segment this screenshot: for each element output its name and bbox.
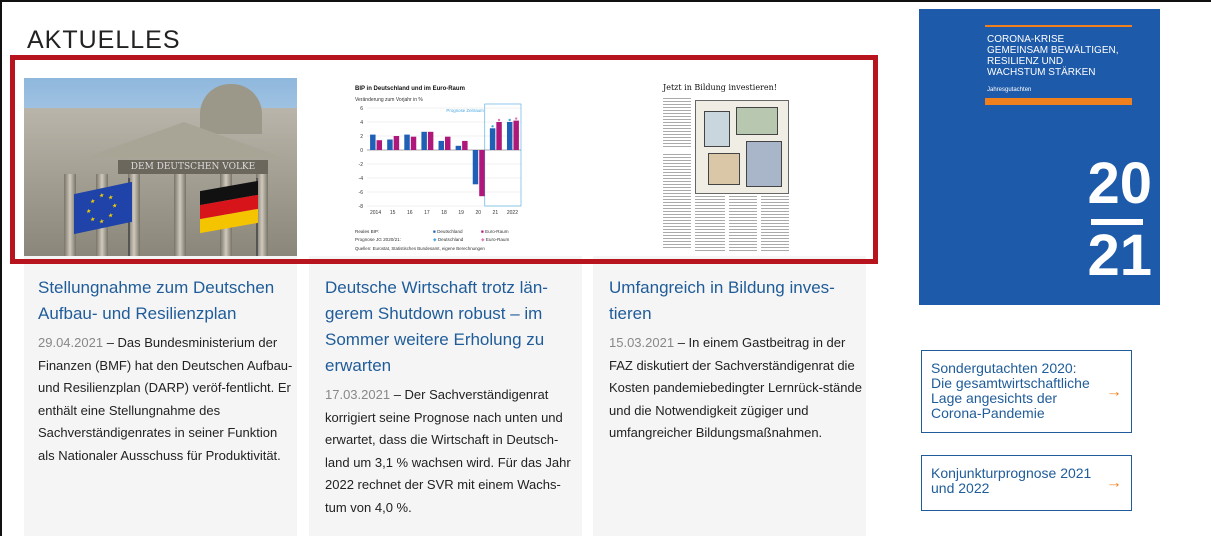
chart-source: Quellen: Eurostat, Statistisches Bundesa… — [355, 246, 485, 251]
bar-deutschland — [472, 150, 479, 185]
news-card[interactable]: Jetzt in Bildung investieren! Umfangreic… — [593, 78, 866, 536]
article-date: 15.03.2021 — [609, 335, 675, 350]
forecast-marker — [497, 118, 501, 122]
bar-euro-raum — [410, 136, 417, 150]
bar-euro-raum — [445, 136, 451, 150]
y-tick-label: 6 — [360, 106, 363, 112]
newspaper-illustration — [695, 100, 789, 194]
y-tick-label: -4 — [359, 176, 364, 182]
bar-euro-raum — [496, 122, 502, 150]
article-date: 17.03.2021 — [325, 387, 391, 402]
special-report-link[interactable]: Sondergutachten 2020: Die gesamtwirtscha… — [921, 350, 1132, 433]
article-title[interactable]: Umfangreich in Bildung inves-tieren — [609, 275, 861, 327]
news-card[interactable]: BIP in Deutschland und im Euro-Raum Verä… — [309, 78, 582, 536]
article-text: – Der Sachverständigenrat korrigiert sei… — [325, 387, 571, 515]
y-tick-label: -2 — [359, 162, 364, 168]
x-tick-label: 18 — [441, 210, 447, 216]
newspaper-headline: Jetzt in Bildung investieren! — [663, 83, 777, 92]
report-subtitle: Jahresgutachten — [987, 87, 1032, 93]
forecast-marker — [508, 118, 511, 122]
article-title[interactable]: Stellungnahme zum Deutschen Aufbau- und … — [38, 275, 290, 327]
article-text: – Das Bundesministerium der Finanzen (BM… — [38, 335, 293, 463]
frame-border-top — [0, 0, 1211, 2]
bar-deutschland — [387, 139, 393, 150]
bar-deutschland — [506, 122, 513, 150]
article-date: 29.04.2021 — [38, 335, 104, 350]
bar-deutschland — [489, 128, 496, 150]
y-tick-label: -8 — [359, 204, 364, 210]
bar-deutschland — [421, 131, 427, 150]
article-title[interactable]: Deutsche Wirtschaft trotz län-gerem Shut… — [325, 275, 577, 379]
article-teaser: 29.04.2021 – Das Bundesministerium der F… — [38, 332, 293, 467]
bar-euro-raum — [462, 140, 468, 150]
arrow-right-icon: → — [1106, 474, 1122, 492]
report-year-top: 20 — [1087, 151, 1152, 216]
forecast-link[interactable]: Konjunkturprognose 2021 und 2022 → — [921, 455, 1132, 511]
bar-euro-raum — [393, 136, 400, 150]
reichstag-photo[interactable]: DEM DEUTSCHEN VOLKE ★ ★ ★ ★ ★ ★ ★ ★ — [24, 78, 297, 256]
x-tick-label: 2014 — [370, 210, 381, 216]
x-tick-label: 2022 — [507, 210, 518, 216]
bar-euro-raum — [427, 131, 434, 150]
x-tick-label: 20 — [475, 210, 481, 216]
news-card[interactable]: DEM DEUTSCHEN VOLKE ★ ★ ★ ★ ★ ★ ★ ★ Stellung… — [24, 78, 297, 536]
bar-euro-raum — [479, 150, 485, 197]
annual-report-cover[interactable]: CORONA-KRISE GEMEINSAM BEWÄLTIGEN, RESIL… — [919, 9, 1160, 305]
newspaper-clipping[interactable]: Jetzt in Bildung investieren! — [593, 78, 866, 256]
x-tick-label: 15 — [390, 210, 396, 216]
x-tick-label: 19 — [458, 210, 464, 216]
forecast-marker — [514, 117, 518, 120]
x-tick-label: 17 — [424, 210, 430, 216]
y-tick-label: -6 — [359, 190, 364, 196]
x-tick-label: 16 — [407, 210, 413, 216]
article-teaser: 15.03.2021 – In einem Gastbeitrag in der… — [609, 332, 864, 445]
chart-legend-row-1: Reales BIP: ■ Deutschland ■ Euro-Raum — [355, 229, 509, 234]
bar-euro-raum — [513, 120, 519, 150]
bar-deutschland — [370, 134, 376, 150]
bar-deutschland — [404, 134, 410, 150]
gdp-chart-thumbnail[interactable]: BIP in Deutschland und im Euro-Raum Verä… — [309, 78, 582, 256]
bar-deutschland — [438, 140, 444, 150]
report-year-bottom: 21 — [1087, 223, 1152, 288]
y-tick-label: 2 — [360, 134, 363, 140]
bar-deutschland — [455, 145, 462, 150]
article-teaser: 17.03.2021 – Der Sachverständigenrat kor… — [325, 384, 580, 519]
forecast-label: Konjunkturprognose 2021 und 2022 — [931, 465, 1092, 496]
forecast-label: Prognose Zeitraum — [446, 108, 484, 113]
special-report-label: Sondergutachten 2020: Die gesamtwirtscha… — [931, 360, 1090, 421]
forecast-marker — [491, 125, 494, 128]
y-tick-label: 0 — [360, 148, 363, 154]
arrow-right-icon: → — [1106, 383, 1122, 400]
frame-border-left — [0, 0, 2, 536]
x-tick-label: 21 — [493, 210, 499, 216]
y-tick-label: 4 — [360, 120, 363, 126]
chart-legend-row-2: Prognose JG 2020/21: ◆ Deutschland ◆ Eur… — [355, 237, 510, 242]
section-title: AKTUELLES — [27, 26, 181, 54]
report-title: CORONA-KRISE GEMEINSAM BEWÄLTIGEN, RESIL… — [987, 34, 1119, 78]
bar-euro-raum — [376, 140, 383, 150]
article-text: – In einem Gastbeitrag in der FAZ diskut… — [609, 335, 862, 440]
building-inscription: DEM DEUTSCHEN VOLKE — [118, 160, 268, 174]
